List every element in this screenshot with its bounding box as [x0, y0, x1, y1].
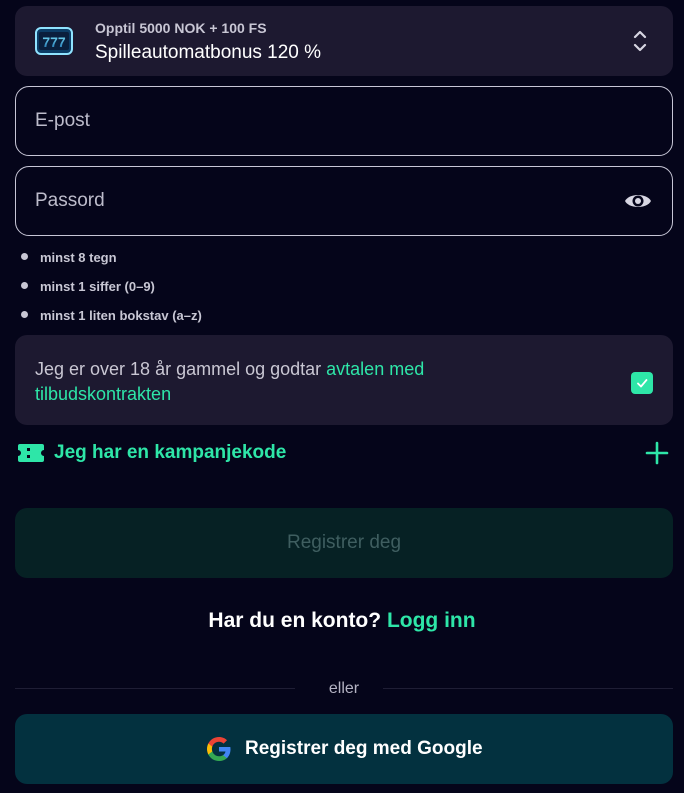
email-input[interactable]: [35, 87, 595, 155]
rule-digit: minst 1 siffer (0–9): [20, 277, 202, 306]
slot-777-icon: 777: [35, 27, 73, 55]
rule-lowercase: minst 1 liten bokstav (a–z): [20, 306, 202, 335]
svg-text:777: 777: [42, 34, 66, 50]
terms-text: Jeg er over 18 år gammel og godtar avtal…: [35, 357, 535, 407]
or-divider: eller: [15, 680, 673, 700]
ticket-icon: [18, 444, 44, 462]
plus-icon[interactable]: [645, 441, 669, 465]
promo-code-label: Jeg har en kampanjekode: [54, 442, 287, 463]
email-field: [15, 86, 673, 156]
password-field: [15, 166, 673, 236]
google-register-button[interactable]: Registrer deg med Google: [15, 714, 673, 784]
rule-min-length: minst 8 tegn: [20, 248, 202, 277]
eye-icon[interactable]: [624, 189, 652, 213]
promo-code-toggle[interactable]: Jeg har en kampanjekode: [15, 440, 673, 466]
terms-checkbox[interactable]: [631, 372, 653, 394]
divider-label: eller: [328, 680, 360, 697]
bonus-subtitle: Opptil 5000 NOK + 100 FS: [95, 20, 267, 36]
terms-statement: Jeg er over 18 år gammel og godtar: [35, 359, 327, 379]
google-register-label: Registrer deg med Google: [245, 738, 483, 759]
login-prompt: Har du en konto? Logg inn: [0, 609, 684, 633]
register-button[interactable]: Registrer deg: [15, 508, 673, 578]
login-link[interactable]: Logg inn: [387, 609, 476, 632]
google-icon: [207, 737, 231, 761]
password-rules: minst 8 tegn minst 1 siffer (0–9) minst …: [20, 248, 202, 335]
password-input[interactable]: [35, 167, 595, 235]
divider-line-right: [383, 688, 673, 689]
chevron-up-down-icon[interactable]: [633, 29, 647, 53]
registration-form: 777 Opptil 5000 NOK + 100 FS Spilleautom…: [0, 0, 684, 793]
bonus-selector[interactable]: 777 Opptil 5000 NOK + 100 FS Spilleautom…: [15, 6, 673, 76]
terms-panel: Jeg er over 18 år gammel og godtar avtal…: [15, 335, 673, 425]
bonus-title: Spilleautomatbonus 120 %: [95, 42, 322, 63]
checkmark-icon: [637, 379, 648, 388]
login-question: Har du en konto?: [208, 609, 382, 632]
